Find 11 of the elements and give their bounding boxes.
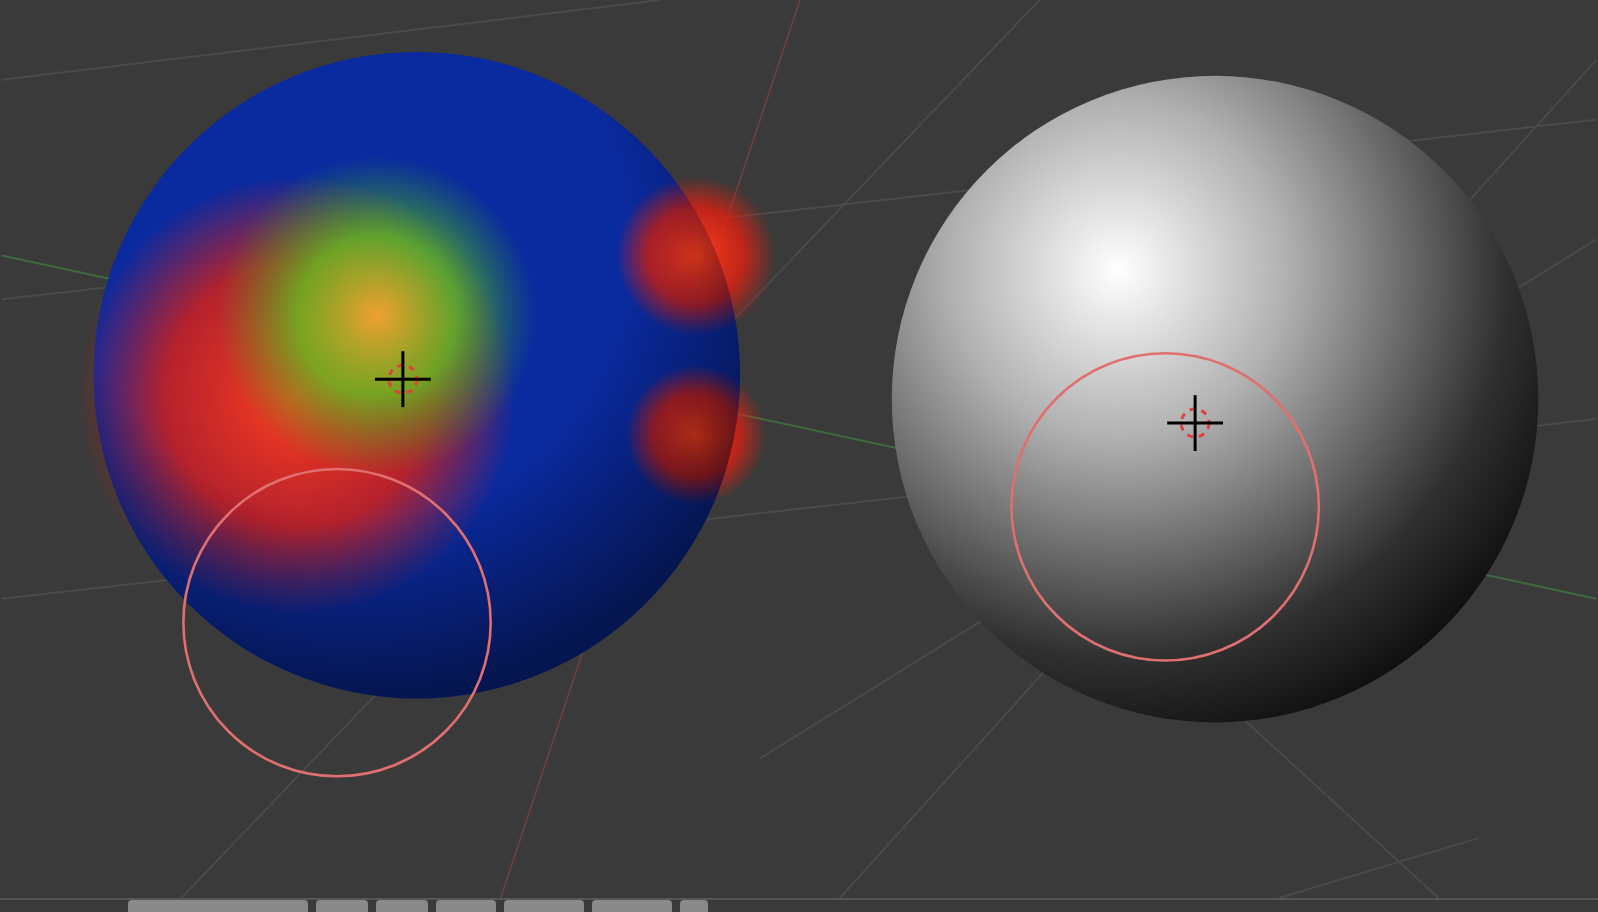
crosshair-icon[interactable]: [1167, 395, 1224, 451]
brush-circle-icon[interactable]: [1010, 351, 1321, 662]
brush-circle-icon[interactable]: [182, 467, 492, 778]
crosshair-icon[interactable]: [374, 351, 431, 408]
toolbar-button[interactable]: [436, 900, 496, 912]
toolbar-button[interactable]: [376, 900, 428, 912]
toolbar-button[interactable]: [592, 900, 672, 912]
toolbar-button[interactable]: [128, 900, 308, 912]
toolbar-button[interactable]: [680, 900, 708, 912]
toolbar-button[interactable]: [316, 900, 368, 912]
toolbar-button[interactable]: [504, 900, 584, 912]
